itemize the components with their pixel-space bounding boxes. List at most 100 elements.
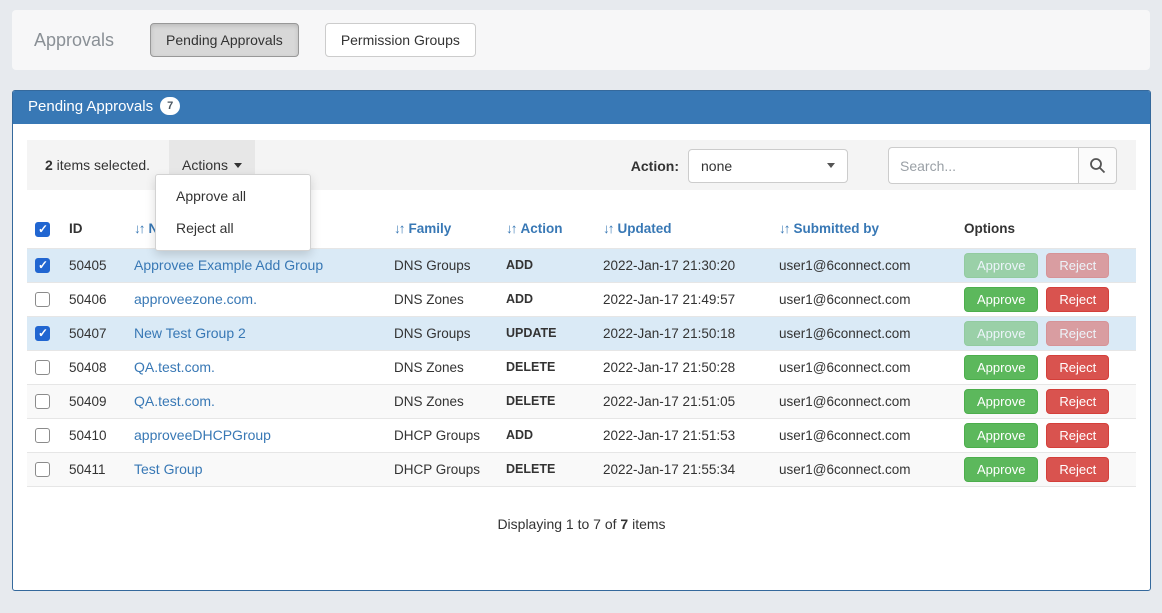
approvals-table-body: 50405 Approvee Example Add Group DNS Gro…	[27, 248, 1136, 486]
table-row: 50410 approveeDHCPGroup DHCP Groups ADD …	[27, 418, 1136, 452]
action-filter-value: none	[701, 158, 827, 174]
actions-dropdown-menu: Approve all Reject all	[155, 174, 311, 251]
toolbar-right-controls: Action: none	[631, 147, 1117, 184]
approvals-table: ID ↓↑Name ↓↑Family ↓↑Action ↓↑Updated ↓↑…	[27, 211, 1136, 487]
column-header-action[interactable]: ↓↑Action	[498, 211, 595, 248]
row-id: 50407	[61, 316, 126, 350]
approve-button[interactable]: Approve	[964, 423, 1038, 448]
row-checkbox[interactable]	[35, 394, 50, 409]
sort-icon: ↓↑	[394, 221, 404, 236]
caret-down-icon	[234, 163, 242, 168]
reject-button[interactable]: Reject	[1046, 389, 1109, 414]
row-id: 50411	[61, 452, 126, 486]
row-checkbox[interactable]	[35, 292, 50, 307]
row-name-link[interactable]: approveezone.com.	[134, 291, 257, 307]
reject-button[interactable]: Reject	[1046, 253, 1109, 278]
row-submitted-by: user1@6connect.com	[771, 384, 956, 418]
row-action: DELETE	[498, 350, 595, 384]
row-action: ADD	[498, 418, 595, 452]
reject-button[interactable]: Reject	[1046, 321, 1109, 346]
approve-button[interactable]: Approve	[964, 321, 1038, 346]
approve-button[interactable]: Approve	[964, 287, 1038, 312]
column-header-options: Options	[956, 211, 1136, 248]
row-id: 50408	[61, 350, 126, 384]
row-checkbox[interactable]	[35, 258, 50, 273]
row-name-link[interactable]: approveeDHCPGroup	[134, 427, 271, 443]
row-family: DNS Groups	[386, 248, 498, 282]
display-count-text: Displaying 1 to 7 of 7 items	[27, 516, 1136, 532]
menu-item-approve-all[interactable]: Approve all	[156, 181, 310, 213]
selected-items-info: 2 items selected.	[45, 140, 150, 190]
search-input[interactable]	[888, 147, 1078, 184]
row-family: DNS Zones	[386, 282, 498, 316]
row-name-link[interactable]: Test Group	[134, 461, 202, 477]
column-header-family[interactable]: ↓↑Family	[386, 211, 498, 248]
row-updated: 2022-Jan-17 21:50:18	[595, 316, 771, 350]
row-submitted-by: user1@6connect.com	[771, 248, 956, 282]
row-name-link[interactable]: Approvee Example Add Group	[134, 257, 323, 273]
sort-icon: ↓↑	[506, 221, 516, 236]
column-header-submitted-by[interactable]: ↓↑Submitted by	[771, 211, 956, 248]
panel-body: 2 items selected. Actions Action: none	[13, 124, 1150, 548]
sort-icon: ↓↑	[134, 221, 144, 236]
approve-button[interactable]: Approve	[964, 389, 1038, 414]
column-header-id: ID	[61, 211, 126, 248]
table-row: 50411 Test Group DHCP Groups DELETE 2022…	[27, 452, 1136, 486]
row-family: DHCP Groups	[386, 452, 498, 486]
row-id: 50406	[61, 282, 126, 316]
row-action: UPDATE	[498, 316, 595, 350]
row-action: DELETE	[498, 452, 595, 486]
caret-down-icon	[827, 163, 835, 168]
reject-button[interactable]: Reject	[1046, 287, 1109, 312]
row-submitted-by: user1@6connect.com	[771, 316, 956, 350]
panel-heading: Pending Approvals7	[13, 91, 1150, 124]
table-row: 50405 Approvee Example Add Group DNS Gro…	[27, 248, 1136, 282]
row-family: DNS Zones	[386, 384, 498, 418]
row-name-link[interactable]: QA.test.com.	[134, 359, 215, 375]
reject-button[interactable]: Reject	[1046, 423, 1109, 448]
row-family: DNS Groups	[386, 316, 498, 350]
row-submitted-by: user1@6connect.com	[771, 350, 956, 384]
action-filter-label: Action:	[631, 158, 679, 174]
row-action: ADD	[498, 248, 595, 282]
row-checkbox[interactable]	[35, 360, 50, 375]
row-family: DHCP Groups	[386, 418, 498, 452]
sort-icon: ↓↑	[779, 221, 789, 236]
row-updated: 2022-Jan-17 21:50:28	[595, 350, 771, 384]
row-checkbox[interactable]	[35, 462, 50, 477]
row-checkbox[interactable]	[35, 326, 50, 341]
row-id: 50410	[61, 418, 126, 452]
search-button[interactable]	[1078, 147, 1117, 184]
row-action: DELETE	[498, 384, 595, 418]
row-submitted-by: user1@6connect.com	[771, 282, 956, 316]
reject-button[interactable]: Reject	[1046, 355, 1109, 380]
selected-count: 2	[45, 157, 53, 173]
reject-button[interactable]: Reject	[1046, 457, 1109, 482]
select-all-checkbox[interactable]	[35, 222, 50, 237]
pending-approvals-panel: Pending Approvals7 2 items selected. Act…	[12, 90, 1151, 591]
menu-item-reject-all[interactable]: Reject all	[156, 213, 310, 245]
search-icon	[1089, 157, 1106, 174]
row-updated: 2022-Jan-17 21:30:20	[595, 248, 771, 282]
column-header-updated[interactable]: ↓↑Updated	[595, 211, 771, 248]
page-title: Approvals	[34, 30, 114, 51]
row-name-link[interactable]: QA.test.com.	[134, 393, 215, 409]
tab-pending-approvals[interactable]: Pending Approvals	[150, 23, 299, 57]
approve-button[interactable]: Approve	[964, 253, 1038, 278]
row-submitted-by: user1@6connect.com	[771, 452, 956, 486]
approve-button[interactable]: Approve	[964, 355, 1038, 380]
row-updated: 2022-Jan-17 21:51:53	[595, 418, 771, 452]
row-updated: 2022-Jan-17 21:51:05	[595, 384, 771, 418]
row-family: DNS Zones	[386, 350, 498, 384]
table-row: 50408 QA.test.com. DNS Zones DELETE 2022…	[27, 350, 1136, 384]
approve-button[interactable]: Approve	[964, 457, 1038, 482]
row-name-link[interactable]: New Test Group 2	[134, 325, 246, 341]
row-updated: 2022-Jan-17 21:49:57	[595, 282, 771, 316]
actions-label: Actions	[182, 157, 228, 173]
tab-permission-groups[interactable]: Permission Groups	[325, 23, 476, 57]
row-checkbox[interactable]	[35, 428, 50, 443]
row-id: 50409	[61, 384, 126, 418]
action-filter-select[interactable]: none	[688, 149, 848, 183]
table-row: 50409 QA.test.com. DNS Zones DELETE 2022…	[27, 384, 1136, 418]
page-header: Approvals Pending Approvals Permission G…	[12, 10, 1150, 70]
